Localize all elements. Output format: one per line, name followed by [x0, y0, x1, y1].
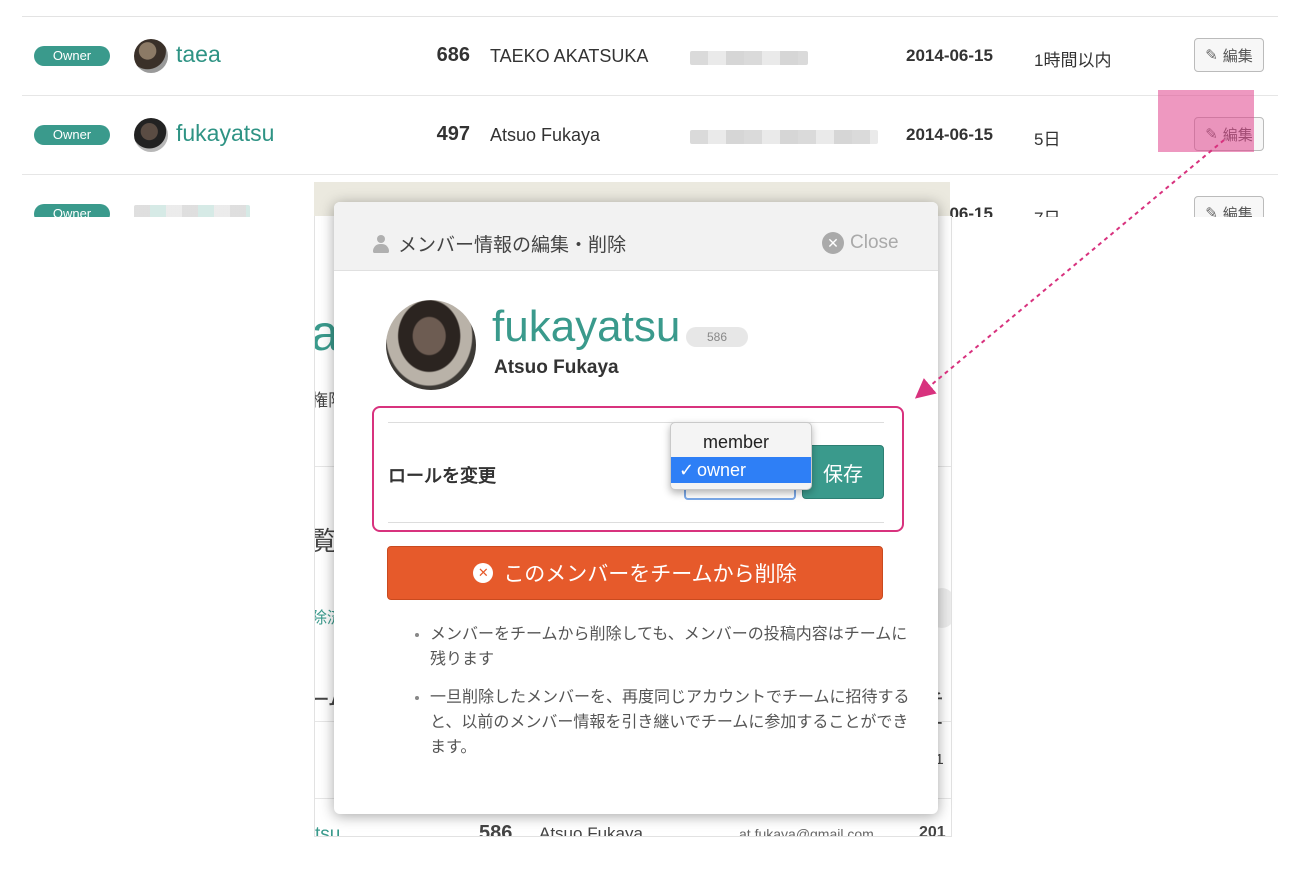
annotation-arrow [914, 139, 1225, 399]
